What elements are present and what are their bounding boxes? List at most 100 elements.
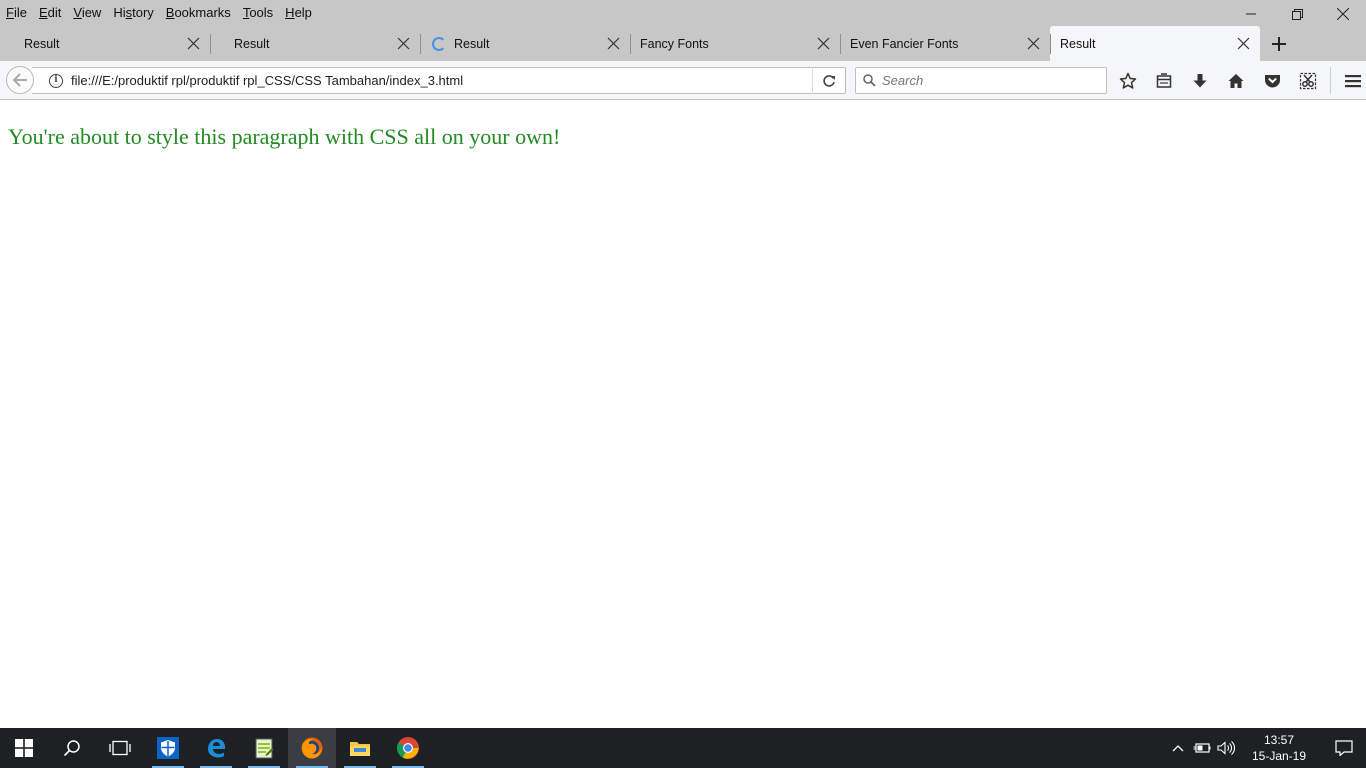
menu-tools-label: Tools xyxy=(242,5,274,20)
site-info-icon[interactable]: i xyxy=(49,73,63,88)
tab-result-active[interactable]: Result xyxy=(1050,26,1260,61)
tab-close-icon[interactable] xyxy=(397,37,410,50)
close-window-button[interactable] xyxy=(1320,0,1366,28)
new-tab-button[interactable] xyxy=(1260,26,1298,61)
close-icon xyxy=(1337,8,1349,20)
menu-items: File Edit View History Bookmarks Tools H… xyxy=(0,3,324,23)
page-content: You're about to style this paragraph wit… xyxy=(0,100,1366,728)
menu-history-label: History xyxy=(113,5,154,20)
windows-logo-icon xyxy=(15,739,33,757)
tab-title: Result xyxy=(1060,36,1096,51)
tab-title: Result xyxy=(24,36,60,51)
restore-button[interactable] xyxy=(1274,0,1320,28)
back-arrow-icon xyxy=(12,73,27,87)
menu-view[interactable]: View xyxy=(73,3,101,23)
notepad-taskbar-button[interactable] xyxy=(240,728,288,768)
tab-title: Fancy Fonts xyxy=(640,36,709,51)
tab-strip: Result Result Result Fancy Fonts Even Fa… xyxy=(0,26,1366,61)
menu-help[interactable]: Help xyxy=(285,3,312,23)
tab-title: Result xyxy=(454,36,490,51)
tab-close-icon[interactable] xyxy=(187,37,200,50)
downloads-icon xyxy=(1193,73,1207,87)
task-view-button[interactable] xyxy=(96,728,144,768)
notepad-plus-plus-icon xyxy=(255,738,274,759)
chrome-taskbar-button[interactable] xyxy=(384,728,432,768)
pocket-button[interactable] xyxy=(1254,67,1290,94)
clock[interactable]: 13:57 15-Jan-19 xyxy=(1242,732,1316,764)
menu-tools[interactable]: Tools xyxy=(243,3,273,23)
search-input[interactable] xyxy=(882,73,1082,88)
notification-icon xyxy=(1335,740,1353,756)
reading-list-icon xyxy=(1156,72,1172,88)
speaker-icon xyxy=(1217,741,1235,755)
back-button[interactable] xyxy=(6,66,34,94)
edge-browser-icon xyxy=(208,739,225,758)
tab-close-icon[interactable] xyxy=(1237,37,1250,50)
bookmark-star-icon xyxy=(1119,72,1137,89)
menu-file-label: File xyxy=(6,5,27,20)
menu-edit[interactable]: Edit xyxy=(39,3,61,23)
folder-icon xyxy=(350,742,370,756)
action-center-button[interactable] xyxy=(1322,728,1366,768)
tab-even-fancier-fonts[interactable]: Even Fancier Fonts xyxy=(840,26,1050,61)
bookmark-button[interactable] xyxy=(1110,67,1146,94)
tab-fancy-fonts[interactable]: Fancy Fonts xyxy=(630,26,840,61)
toolbar-icons xyxy=(1110,67,1366,94)
minimize-icon xyxy=(1246,13,1256,15)
home-icon xyxy=(1228,73,1244,88)
tab-title: Result xyxy=(234,36,270,51)
toolbar-divider xyxy=(1330,67,1331,94)
shield-icon xyxy=(157,737,179,759)
windows-defender-taskbar-button[interactable] xyxy=(144,728,192,768)
clock-time: 13:57 xyxy=(1263,733,1295,747)
start-button[interactable] xyxy=(0,728,48,768)
battery-icon xyxy=(1193,743,1211,753)
search-icon xyxy=(863,74,876,87)
menu-bookmarks[interactable]: Bookmarks xyxy=(166,3,231,23)
plus-icon xyxy=(1272,36,1286,51)
firefox-taskbar-button[interactable] xyxy=(288,728,336,768)
menu-file[interactable]: File xyxy=(6,3,27,23)
tab-result-2[interactable]: Result xyxy=(210,26,420,61)
clock-date: 15-Jan-19 xyxy=(1251,749,1307,763)
home-button[interactable] xyxy=(1218,67,1254,94)
downloads-button[interactable] xyxy=(1182,67,1218,94)
minimize-button[interactable] xyxy=(1228,0,1274,28)
reading-list-button[interactable] xyxy=(1146,67,1182,94)
url-text[interactable]: file:///E:/produktif rpl/produktif rpl_C… xyxy=(71,73,812,88)
menu-history[interactable]: History xyxy=(113,3,153,23)
edge-taskbar-button[interactable] xyxy=(192,728,240,768)
tab-title: Even Fancier Fonts xyxy=(850,36,959,51)
tab-close-icon[interactable] xyxy=(817,37,830,50)
menu-edit-label: Edit xyxy=(38,5,62,20)
open-menu-button[interactable] xyxy=(1335,67,1366,94)
hamburger-menu-icon xyxy=(1345,74,1361,87)
battery-button[interactable] xyxy=(1190,728,1214,768)
chevron-up-icon xyxy=(1172,745,1184,752)
show-hidden-icons-button[interactable] xyxy=(1166,728,1190,768)
tab-result-3[interactable]: Result xyxy=(420,26,630,61)
search-taskbar-button[interactable] xyxy=(48,728,96,768)
screenshot-button[interactable] xyxy=(1290,67,1326,94)
search-bar[interactable] xyxy=(855,67,1107,94)
loading-spinner-icon xyxy=(432,36,446,51)
url-bar[interactable]: i file:///E:/produktif rpl/produktif rpl… xyxy=(32,67,846,94)
file-explorer-taskbar-button[interactable] xyxy=(336,728,384,768)
pocket-icon xyxy=(1264,74,1280,87)
menu-bookmarks-label: Bookmarks xyxy=(165,5,231,20)
screenshot-icon xyxy=(1299,72,1317,89)
system-tray: 13:57 15-Jan-19 xyxy=(1166,728,1366,768)
window-controls xyxy=(1228,0,1366,28)
volume-button[interactable] xyxy=(1214,728,1238,768)
chrome-icon xyxy=(397,737,419,759)
tab-close-icon[interactable] xyxy=(607,37,620,50)
reload-button[interactable] xyxy=(813,67,845,94)
styled-paragraph: You're about to style this paragraph wit… xyxy=(8,124,561,149)
restore-icon xyxy=(1291,8,1303,20)
menu-view-label: View xyxy=(73,5,102,20)
taskbar: 13:57 15-Jan-19 xyxy=(0,728,1366,768)
tab-result-1[interactable]: Result xyxy=(0,26,210,61)
menu-help-label: Help xyxy=(285,5,312,20)
tab-close-icon[interactable] xyxy=(1027,37,1040,50)
reload-icon xyxy=(823,74,835,87)
